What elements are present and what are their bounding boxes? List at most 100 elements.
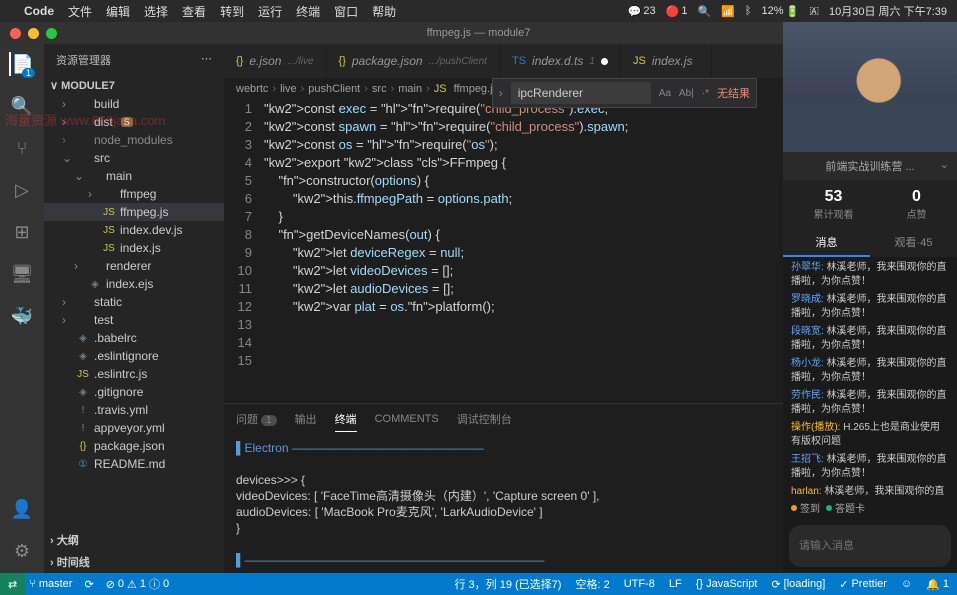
sidebar-more-icon[interactable]: ⋯ xyxy=(201,52,212,68)
breadcrumb-item[interactable]: pushClient xyxy=(308,83,360,95)
panel-tab[interactable]: 问题1 xyxy=(236,407,277,431)
find-word-icon[interactable]: Ab| xyxy=(679,88,694,99)
menu-terminal[interactable]: 终端 xyxy=(296,3,320,20)
find-input[interactable] xyxy=(511,82,651,104)
account-icon[interactable]: 👤 xyxy=(10,497,34,521)
find-toggle-icon[interactable]: › xyxy=(499,86,503,100)
file-item[interactable]: !appveyor.yml xyxy=(44,419,224,437)
editor-tab[interactable]: JSindex.js xyxy=(621,44,712,78)
git-sync[interactable]: ⟳ xyxy=(84,578,93,591)
breadcrumb-item[interactable]: webrtc xyxy=(236,83,268,95)
file-item[interactable]: JSindex.js xyxy=(44,239,224,257)
folder-item[interactable]: ›ffmpeg xyxy=(44,185,224,203)
status-notif-icon[interactable]: 🔴 1 xyxy=(666,5,688,18)
sidebar: 资源管理器 ⋯ ∨ MODULE7 ›build›distS›node_modu… xyxy=(44,44,224,573)
line-gutter: 123456789101112131415 xyxy=(224,100,264,403)
search-icon[interactable]: 🔍 xyxy=(10,94,34,118)
file-item[interactable]: ◈index.ejs xyxy=(44,275,224,293)
remote-indicator[interactable]: ⇄ xyxy=(0,573,25,595)
live-tab-messages[interactable]: 消息 xyxy=(783,229,870,257)
folder-item[interactable]: ›distS xyxy=(44,113,224,131)
settings-gear-icon[interactable]: ⚙ xyxy=(10,539,34,563)
menu-help[interactable]: 帮助 xyxy=(372,3,396,20)
folder-item[interactable]: ›build xyxy=(44,95,224,113)
editor-tab[interactable]: {}package.json.../pushClient xyxy=(327,44,500,78)
folder-item[interactable]: ›renderer xyxy=(44,257,224,275)
panel-tab[interactable]: 调试控制台 xyxy=(457,407,512,431)
menu-window[interactable]: 窗口 xyxy=(334,3,358,20)
file-item[interactable]: !.travis.yml xyxy=(44,401,224,419)
panel-tab[interactable]: 输出 xyxy=(295,407,317,431)
prettier[interactable]: ✓ Prettier xyxy=(839,576,887,592)
indent[interactable]: 空格: 2 xyxy=(575,576,609,592)
status-datetime[interactable]: 10月30日 周六 下午7:39 xyxy=(829,3,947,19)
breadcrumb-item[interactable]: src xyxy=(372,83,387,95)
stat-likes: 0 xyxy=(907,188,927,206)
activity-bar: 📄1 🔍 ⑂ ▷ ⊞ 🖥 🐳 👤 ⚙ xyxy=(0,44,44,573)
status-wifi-icon[interactable]: 📶 xyxy=(721,5,735,18)
chat-input[interactable] xyxy=(789,525,951,567)
traffic-lights[interactable] xyxy=(10,28,57,39)
language-mode[interactable]: {} JavaScript xyxy=(696,576,758,592)
eol[interactable]: LF xyxy=(669,576,682,592)
status-search-icon[interactable]: 🔍 xyxy=(698,5,712,18)
menu-file[interactable]: 文件 xyxy=(68,3,92,20)
live-tab-viewers[interactable]: 观看·45 xyxy=(870,229,957,257)
encoding[interactable]: UTF-8 xyxy=(624,576,655,592)
status-chat-icon[interactable]: 💬 23 xyxy=(628,5,656,18)
menu-run[interactable]: 运行 xyxy=(258,3,282,20)
folder-item[interactable]: ›node_modules xyxy=(44,131,224,149)
file-item[interactable]: JSindex.dev.js xyxy=(44,221,224,239)
menu-select[interactable]: 选择 xyxy=(144,3,168,20)
file-item[interactable]: ①README.md xyxy=(44,455,224,473)
remote-explorer-icon[interactable]: 🖥 xyxy=(10,262,34,286)
docker-icon[interactable]: 🐳 xyxy=(10,304,34,328)
panel-tab[interactable]: 终端 xyxy=(335,407,357,432)
loading[interactable]: ⟳ [loading] xyxy=(771,576,825,592)
extensions-icon[interactable]: ⊞ xyxy=(10,220,34,244)
status-input-icon[interactable]: 🇦 xyxy=(809,5,819,18)
find-case-icon[interactable]: Aa xyxy=(659,88,671,99)
live-collapse-icon[interactable]: ⌄ xyxy=(940,158,949,171)
breadcrumb-item[interactable]: live xyxy=(280,83,297,95)
menu-app[interactable]: Code xyxy=(24,4,54,18)
live-title[interactable]: 前端实战训练营 ...⌄ xyxy=(783,152,957,180)
problems[interactable]: ⊘ 0 ⚠ 1 ⓘ 0 xyxy=(106,576,169,592)
editor-tab[interactable]: {}e.json.../live xyxy=(224,44,327,78)
feedback-icon[interactable]: ☺ xyxy=(901,576,912,592)
folder-item[interactable]: ⌄src xyxy=(44,149,224,167)
notifications-icon[interactable]: 🔔 1 xyxy=(926,576,949,592)
folder-item[interactable]: ›test xyxy=(44,311,224,329)
file-item[interactable]: JSffmpeg.js xyxy=(44,203,224,221)
file-item[interactable]: ◈.gitignore xyxy=(44,383,224,401)
panel-tab[interactable]: COMMENTS xyxy=(375,409,439,429)
status-bt-icon[interactable]: ᛒ xyxy=(745,5,752,17)
chip-signin[interactable]: 签到 xyxy=(791,500,820,515)
menu-view[interactable]: 查看 xyxy=(182,3,206,20)
breadcrumb-item[interactable]: main xyxy=(398,83,422,95)
outline-section[interactable]: › 大纲 xyxy=(44,529,224,551)
file-item[interactable]: {}package.json xyxy=(44,437,224,455)
cursor-position[interactable]: 行 3，列 19 (已选择7) xyxy=(455,576,562,592)
chat-messages[interactable]: 孙翠华: 林溪老师，我来围观你的直播啦，为你点赞！罗晓成: 林溪老师，我来围观你… xyxy=(783,257,957,496)
find-regex-icon[interactable]: ·* xyxy=(702,88,709,99)
statusbar: ⇄ ⑂ master ⟳ ⊘ 0 ⚠ 1 ⓘ 0 行 3，列 19 (已选择7)… xyxy=(0,573,957,595)
source-control-icon[interactable]: ⑂ xyxy=(10,136,34,160)
run-debug-icon[interactable]: ▷ xyxy=(10,178,34,202)
editor-tab[interactable]: TSindex.d.ts1 xyxy=(500,44,621,78)
folder-item[interactable]: ›static xyxy=(44,293,224,311)
explorer-icon[interactable]: 📄1 xyxy=(9,52,33,76)
git-branch[interactable]: ⑂ master xyxy=(29,578,72,590)
menu-goto[interactable]: 转到 xyxy=(220,3,244,20)
sidebar-root[interactable]: ∨ MODULE7 xyxy=(44,76,224,95)
chat-message: 段晓宽: 林溪老师，我来围观你的直播啦，为你点赞！ xyxy=(791,325,949,353)
live-video[interactable] xyxy=(783,22,957,152)
status-battery[interactable]: 12% 🔋 xyxy=(762,5,800,18)
chip-quiz[interactable]: 答题卡 xyxy=(826,500,865,515)
file-item[interactable]: ◈.babelrc xyxy=(44,329,224,347)
timeline-section[interactable]: › 时间线 xyxy=(44,551,224,573)
folder-item[interactable]: ⌄main xyxy=(44,167,224,185)
file-item[interactable]: ◈.eslintignore xyxy=(44,347,224,365)
menu-edit[interactable]: 编辑 xyxy=(106,3,130,20)
file-item[interactable]: JS.eslintrc.js xyxy=(44,365,224,383)
